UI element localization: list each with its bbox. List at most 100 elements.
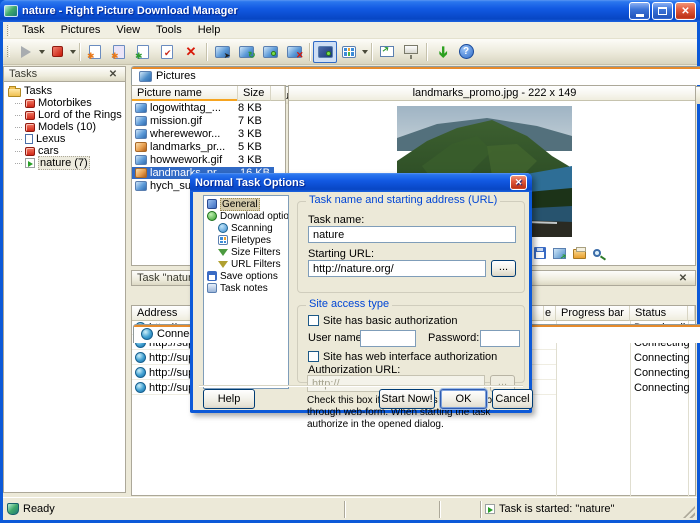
column-partial[interactable]: e: [544, 306, 556, 321]
picture-row[interactable]: logowithtag_...8 KB: [132, 101, 285, 114]
stop-task-button[interactable]: [45, 41, 69, 63]
tree-item-tasks[interactable]: Tasks: [4, 85, 125, 97]
column-empty: [688, 306, 695, 321]
column-progress-bar[interactable]: Progress bar: [556, 306, 630, 321]
save-icon[interactable]: [534, 247, 546, 259]
thumbnail-view-button[interactable]: [337, 41, 361, 63]
column-picture-name[interactable]: Picture name: [132, 86, 238, 101]
task-stopped-icon: [25, 99, 35, 108]
status-ready: Ready: [23, 503, 55, 515]
tree-item-nature[interactable]: nature (7): [4, 157, 125, 169]
starting-url-input[interactable]: http://nature.org/: [308, 260, 486, 277]
connection-status: Connecting: [634, 351, 690, 365]
zoom-icon[interactable]: [593, 249, 601, 257]
tree-item-models[interactable]: Models (10): [4, 121, 125, 133]
password-input[interactable]: [480, 330, 520, 347]
menu-view[interactable]: View: [108, 23, 148, 37]
menu-tools[interactable]: Tools: [148, 23, 190, 37]
image-icon: [135, 168, 147, 178]
task-notes-icon: [207, 283, 217, 293]
preview-toolbar: [534, 247, 601, 259]
picture-row[interactable]: mission.gif7 KB: [132, 114, 285, 127]
dialog-tree-size-filters[interactable]: Size Filters: [204, 246, 288, 258]
thumbnail-view-icon: [342, 46, 356, 58]
select-pictures-button[interactable]: ➤: [210, 41, 234, 63]
dialog-tree-task-notes[interactable]: Task notes: [204, 282, 288, 294]
minimize-icon: [636, 14, 644, 17]
delete-icon: ✕: [186, 44, 197, 60]
copy-pictures-button[interactable]: [258, 41, 282, 63]
start-task-button[interactable]: [14, 41, 38, 63]
new-task-button[interactable]: [83, 41, 107, 63]
view-dropdown-icon[interactable]: [362, 50, 368, 54]
refresh-pictures-button[interactable]: ↻: [234, 41, 258, 63]
column-size[interactable]: Size: [238, 86, 271, 101]
tree-item-lexus[interactable]: Lexus: [4, 133, 125, 145]
web-auth-checkbox[interactable]: [308, 351, 319, 362]
tasks-panel-close-icon[interactable]: ✕: [106, 69, 120, 80]
task-panel-close-icon[interactable]: ✕: [676, 273, 690, 284]
help-button[interactable]: ?: [454, 41, 478, 63]
stop-dropdown-icon[interactable]: [70, 50, 76, 54]
tree-item-lord-of-the-rings[interactable]: Lord of the Rings: [4, 109, 125, 121]
export-button[interactable]: [375, 41, 399, 63]
print-icon[interactable]: [573, 249, 586, 259]
verify-task-button[interactable]: [155, 41, 179, 63]
maximize-button[interactable]: [652, 2, 673, 20]
web-auth-label: Site has web interface authorization: [323, 351, 497, 363]
dialog-tree-save-options[interactable]: Save options: [204, 270, 288, 282]
dialog-close-button[interactable]: ✕: [510, 175, 527, 190]
window-title: nature - Right Picture Download Manager: [22, 5, 627, 17]
new-picture-task-icon: [137, 45, 149, 59]
tree-item-motorbikes[interactable]: Motorbikes: [4, 97, 125, 109]
separator: [79, 43, 80, 61]
browse-url-button[interactable]: ...: [491, 260, 516, 277]
connections-icon: [141, 328, 153, 340]
picture-row[interactable]: landmarks_pr...5 KB: [132, 140, 285, 153]
dialog-tree-general[interactable]: General: [204, 198, 288, 210]
dialog-tree-url-filters[interactable]: URL Filters: [204, 258, 288, 270]
menu-pictures[interactable]: Pictures: [53, 23, 109, 37]
task-stopped-icon: [25, 147, 35, 156]
dialog-tree-scanning[interactable]: Scanning: [204, 222, 288, 234]
image-icon: [135, 129, 147, 139]
delete-pictures-button[interactable]: ✕: [282, 41, 306, 63]
basic-auth-checkbox[interactable]: [308, 315, 319, 326]
picture-row[interactable]: howwework.gif3 KB: [132, 153, 285, 166]
separator: [309, 43, 310, 61]
normal-task-options-dialog: Normal Task Options ✕ General Download o…: [190, 173, 532, 413]
pictures-tab-icon: [139, 71, 152, 82]
dialog-tree-filetypes[interactable]: Filetypes: [204, 234, 288, 246]
new-picture-task-button[interactable]: [131, 41, 155, 63]
new-task-wizard-button[interactable]: [107, 41, 131, 63]
edit-image-icon[interactable]: [553, 248, 566, 259]
separator: [371, 43, 372, 61]
close-button[interactable]: ✕: [675, 2, 696, 20]
starting-url-label: Starting URL:: [308, 248, 374, 260]
cancel-button[interactable]: Cancel: [492, 389, 533, 409]
dialog-tree-download-options[interactable]: Download options: [204, 210, 288, 222]
tasks-panel-header: Tasks ✕: [3, 66, 126, 82]
ok-button[interactable]: OK: [440, 389, 487, 409]
start-now-button[interactable]: Start Now!: [379, 389, 435, 409]
column-status[interactable]: Status: [630, 306, 688, 321]
task-name-group-legend: Task name and starting address (URL): [306, 194, 500, 206]
delete-task-button[interactable]: ✕: [179, 41, 203, 63]
preview-panel-toggle-button[interactable]: [313, 41, 337, 63]
tab-pictures[interactable]: Pictures: [131, 66, 700, 85]
scanning-icon: [218, 223, 228, 233]
menu-task[interactable]: Task: [14, 23, 53, 37]
dialog-help-button[interactable]: Help: [203, 389, 255, 409]
minimize-button[interactable]: [629, 2, 650, 20]
menu-help[interactable]: Help: [190, 23, 229, 37]
save-options-icon: [207, 271, 217, 281]
task-document-icon: [25, 134, 33, 144]
task-name-input[interactable]: nature: [308, 226, 516, 243]
toolbar-grip[interactable]: [7, 46, 10, 57]
presentation-button[interactable]: [399, 41, 423, 63]
user-name-input[interactable]: [360, 330, 416, 347]
app-window: nature - Right Picture Download Manager …: [0, 0, 700, 523]
menu-grip[interactable]: [7, 25, 10, 36]
picture-row[interactable]: wherewewor...3 KB: [132, 127, 285, 140]
download-button[interactable]: ➔: [430, 41, 454, 63]
